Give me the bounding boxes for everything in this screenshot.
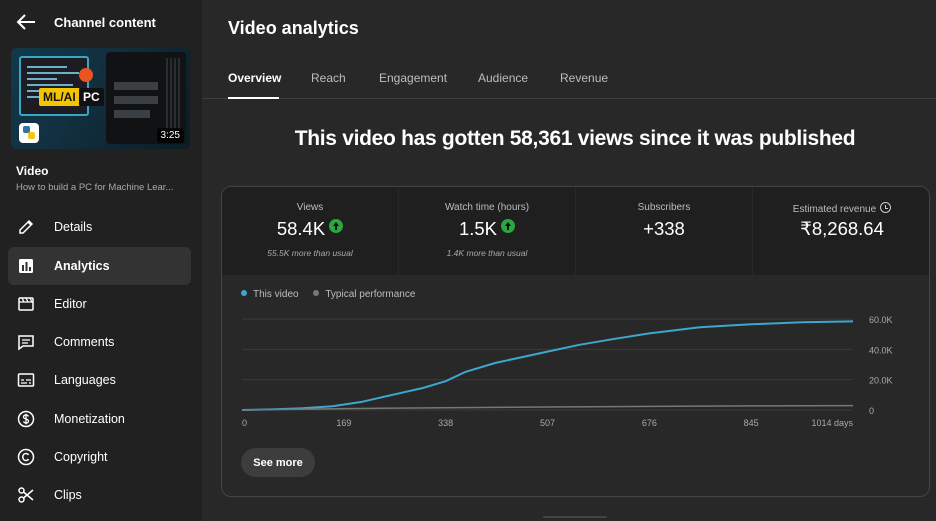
legend-dot-icon bbox=[241, 290, 247, 296]
y-tick-label: 0 bbox=[869, 406, 874, 416]
sidebar-item-monetization[interactable]: Monetization bbox=[8, 400, 191, 438]
tab-engagement[interactable]: Engagement bbox=[379, 71, 447, 85]
pencil-icon bbox=[19, 219, 34, 234]
metric-value: +338 bbox=[643, 218, 685, 239]
tab-revenue[interactable]: Revenue bbox=[560, 71, 608, 85]
metric-value-text: 1.5K bbox=[458, 218, 498, 239]
sidebar-header: Channel content bbox=[0, 0, 202, 44]
page-title: Video analytics bbox=[228, 18, 359, 38]
sidebar-item-label: Monetization bbox=[54, 412, 125, 426]
sidebar-item-label: Clips bbox=[54, 488, 82, 502]
tab-reach[interactable]: Reach bbox=[311, 71, 346, 85]
metric-label: Subscribers bbox=[637, 202, 691, 213]
arrow-back-icon[interactable] bbox=[16, 13, 36, 31]
metric-label: Estimated revenue bbox=[753, 202, 929, 215]
sidebar-item-analytics[interactable]: Analytics bbox=[8, 247, 191, 285]
x-tick-label: 1014 days bbox=[811, 418, 853, 428]
metric-watch-time[interactable]: Watch time (hours) 1.5K 1.4K more than u… bbox=[399, 187, 576, 275]
metrics-row: Views 58.4K 55.5K more than usual Watch … bbox=[222, 187, 929, 275]
metric-value-text: 58.4K bbox=[276, 218, 326, 239]
sidebar-item-details[interactable]: Details bbox=[8, 208, 191, 246]
analytics-tabs: Overview Reach Engagement Audience Reven… bbox=[202, 60, 936, 99]
scissors-icon bbox=[18, 487, 34, 503]
metric-label-text: Estimated revenue bbox=[792, 204, 877, 215]
metric-views[interactable]: Views 58.4K 55.5K more than usual bbox=[222, 187, 399, 275]
metric-revenue[interactable]: Estimated revenue ₹8,268.64 bbox=[753, 187, 929, 275]
x-tick-label: 507 bbox=[540, 418, 555, 428]
views-headline: This video has gotten 58,361 views since… bbox=[294, 127, 856, 150]
sidebar-item-label: Comments bbox=[54, 335, 115, 349]
sidebar-item-label: Editor bbox=[54, 297, 87, 311]
metric-subscribers[interactable]: Subscribers +338 bbox=[576, 187, 753, 275]
sidebar-item-label: Analytics bbox=[54, 259, 110, 273]
views-line-chart: 0 20.0K 40.0K 60.0K 0 169 338 507 676 845 1014 day… bbox=[241, 315, 893, 428]
sidebar-item-label: Details bbox=[54, 220, 93, 234]
video-thumbnail[interactable]: ML/AI PC 3:25 bbox=[11, 48, 190, 149]
y-tick-label: 40.0K bbox=[869, 345, 893, 355]
legend-label: Typical performance bbox=[325, 289, 416, 300]
channel-content-title: Channel content bbox=[54, 15, 156, 30]
active-tab-indicator bbox=[228, 97, 279, 99]
bar-chart-icon bbox=[19, 259, 33, 273]
metric-label: Views bbox=[296, 202, 324, 213]
sidebar-item-editor[interactable]: Editor bbox=[8, 285, 191, 323]
thumbnail-badge-pc: PC bbox=[79, 88, 104, 106]
series-line-this-video bbox=[241, 320, 854, 411]
python-logo-icon bbox=[19, 123, 39, 143]
y-tick-label: 60.0K bbox=[869, 315, 893, 325]
see-more-button[interactable]: See more bbox=[241, 448, 315, 477]
sidebar-item-languages[interactable]: Languages bbox=[8, 361, 191, 399]
chart-legend: This video Typical performance bbox=[241, 289, 427, 300]
metric-comparison: 1.4K more than usual bbox=[446, 248, 528, 258]
tab-overview[interactable]: Overview bbox=[228, 71, 281, 85]
sidebar-item-copyright[interactable]: Copyright bbox=[8, 438, 191, 476]
x-tick-label: 676 bbox=[642, 418, 657, 428]
x-tick-label: 338 bbox=[438, 418, 453, 428]
thumbnail-screen bbox=[19, 56, 89, 116]
copyright-icon bbox=[17, 448, 35, 466]
thumbnail-badge-mlai: ML/AI bbox=[39, 88, 80, 106]
legend-item-this-video: This video bbox=[241, 289, 299, 300]
dollar-icon bbox=[17, 410, 35, 428]
overview-card: Views 58.4K 55.5K more than usual Watch … bbox=[221, 186, 930, 497]
sidebar: Channel content ML/AI PC 3:25 Video How … bbox=[0, 0, 202, 521]
ubuntu-logo-icon bbox=[79, 68, 93, 82]
legend-item-typical: Typical performance bbox=[313, 289, 415, 300]
subtitles-icon bbox=[17, 373, 35, 387]
x-tick-label: 169 bbox=[336, 418, 351, 428]
sidebar-item-comments[interactable]: Comments bbox=[8, 323, 191, 361]
comment-icon bbox=[18, 335, 34, 351]
scroll-indicator bbox=[543, 516, 607, 518]
metric-value: 1.5K bbox=[399, 218, 575, 240]
sidebar-item-clips[interactable]: Clips bbox=[8, 476, 191, 514]
x-tick-label: 845 bbox=[744, 418, 759, 428]
metric-comparison: 55.5K more than usual bbox=[267, 248, 353, 258]
metric-value: 58.4K bbox=[222, 218, 398, 240]
tab-audience[interactable]: Audience bbox=[478, 71, 528, 85]
trend-up-icon bbox=[501, 219, 516, 233]
sidebar-item-label: Copyright bbox=[54, 450, 108, 464]
sidebar-item-label: Languages bbox=[54, 373, 116, 387]
legend-dot-icon bbox=[313, 290, 320, 296]
clock-icon bbox=[880, 202, 892, 213]
metric-label: Watch time (hours) bbox=[444, 202, 530, 213]
video-title[interactable]: How to build a PC for Machine Lear... bbox=[16, 182, 191, 193]
metric-value: ₹8,268.64 bbox=[800, 218, 884, 239]
video-duration: 3:25 bbox=[156, 128, 184, 143]
trend-up-icon bbox=[329, 219, 344, 233]
y-tick-label: 20.0K bbox=[869, 376, 893, 386]
legend-label: This video bbox=[253, 289, 299, 300]
video-label: Video bbox=[16, 164, 49, 178]
x-tick-label: 0 bbox=[242, 418, 247, 428]
film-icon bbox=[18, 297, 34, 311]
